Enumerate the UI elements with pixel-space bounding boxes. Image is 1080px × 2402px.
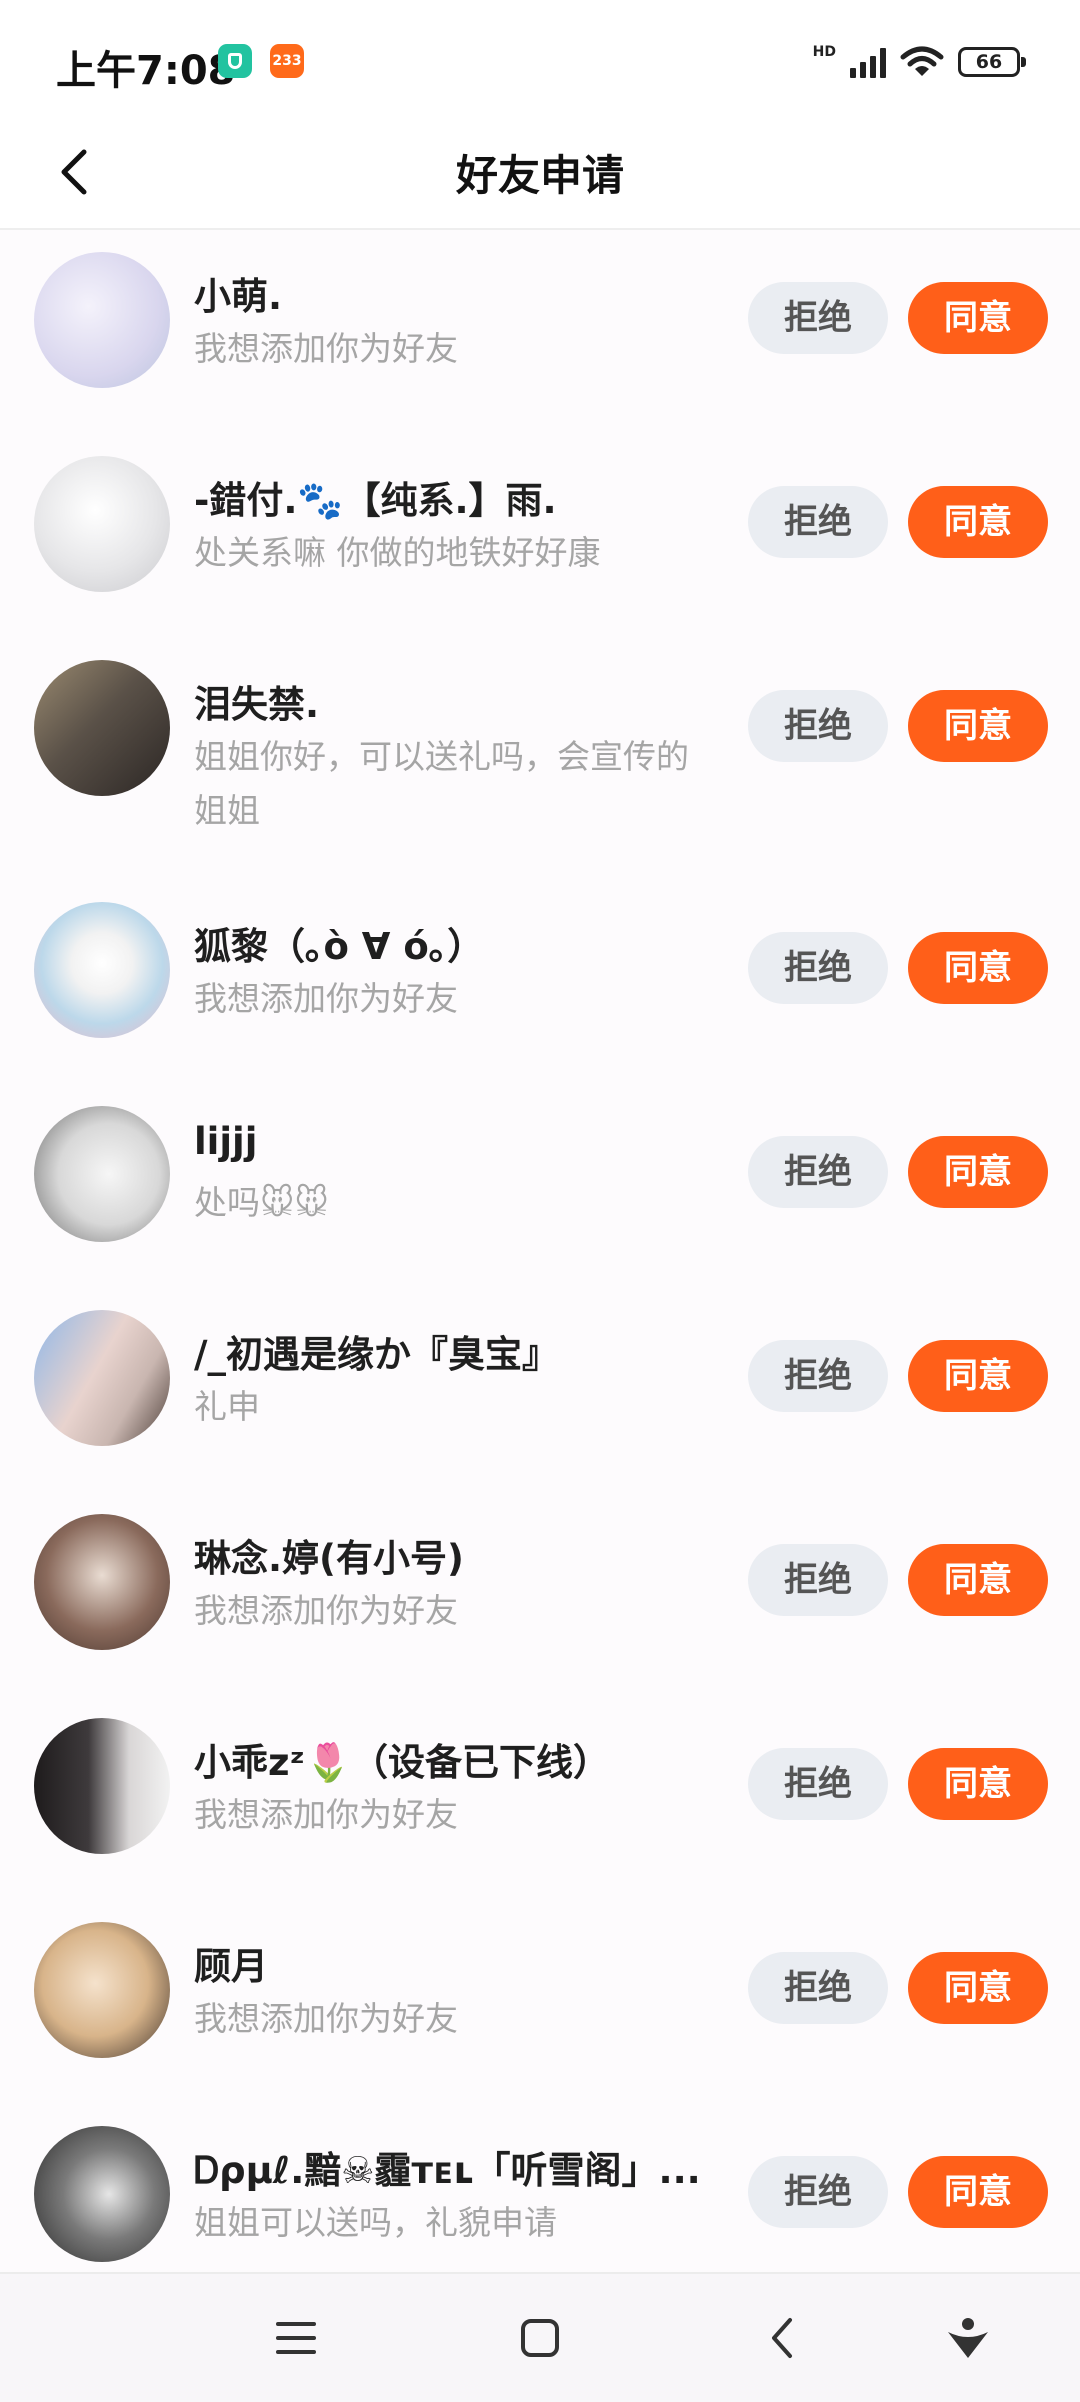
avatar[interactable] xyxy=(34,456,170,592)
requester-name: 小乖zᶻ🌷（设备已下线） xyxy=(194,1741,611,1784)
request-message: 我想添加你为好友 xyxy=(194,1591,458,1630)
reject-button[interactable]: 拒绝 xyxy=(748,1340,888,1412)
accept-button[interactable]: 同意 xyxy=(908,1952,1048,2024)
requester-name: 琳念.婷(有小号) xyxy=(194,1537,464,1580)
security-app-icon xyxy=(218,44,252,78)
accept-button[interactable]: 同意 xyxy=(908,1748,1048,1820)
requester-name: /_初遇是缘か『臭宝』 xyxy=(194,1333,560,1376)
request-message: 我想添加你为好友 xyxy=(194,1999,458,2038)
menu-icon xyxy=(276,2322,316,2354)
friend-request-list: 小萌. 我想添加你为好友 拒绝 同意 -錯付.🐾【纯系.】雨. 处关系嘛 你做的… xyxy=(0,230,1080,2308)
request-message: 处吗🐭🐭 xyxy=(194,1183,329,1222)
system-nav-bar xyxy=(0,2272,1080,2402)
avatar[interactable] xyxy=(34,1514,170,1650)
avatar[interactable] xyxy=(34,1106,170,1242)
home-button[interactable] xyxy=(510,2308,570,2368)
accept-button[interactable]: 同意 xyxy=(908,1340,1048,1412)
accept-button[interactable]: 同意 xyxy=(908,1136,1048,1208)
status-bar: 上午7:08 233 HD 66 xyxy=(0,0,1080,120)
requester-name: -錯付.🐾【纯系.】雨. xyxy=(194,479,557,522)
accept-button[interactable]: 同意 xyxy=(908,486,1048,558)
avatar[interactable] xyxy=(34,902,170,1038)
reject-button[interactable]: 拒绝 xyxy=(748,486,888,558)
accept-button[interactable]: 同意 xyxy=(908,932,1048,1004)
requester-name: 狐黎（｡ò ∀ ó｡） xyxy=(194,925,485,968)
back-chevron-icon xyxy=(772,2318,792,2358)
battery-icon: 66 xyxy=(958,47,1026,77)
friend-request-item: 小萌. 我想添加你为好友 拒绝 同意 xyxy=(0,230,1080,434)
request-message: 姐姐可以送吗，礼貌申请 xyxy=(194,2203,557,2242)
friend-request-item: 小乖zᶻ🌷（设备已下线） 我想添加你为好友 拒绝 同意 xyxy=(0,1696,1080,1900)
requester-name: Ꭰρμℓ.黯☠霾ᴛᴇʟ「听雪阁」... xyxy=(194,2149,701,2192)
accept-button[interactable]: 同意 xyxy=(908,690,1048,762)
reject-button[interactable]: 拒绝 xyxy=(748,2156,888,2228)
avatar[interactable] xyxy=(34,2126,170,2262)
page-header: 好友申请 xyxy=(0,120,1080,230)
assistant-button[interactable] xyxy=(938,2308,998,2368)
friend-request-item: lijjj 处吗🐭🐭 拒绝 同意 xyxy=(0,1084,1080,1288)
reject-button[interactable]: 拒绝 xyxy=(748,1544,888,1616)
avatar[interactable] xyxy=(34,1718,170,1854)
friend-request-item: -錯付.🐾【纯系.】雨. 处关系嘛 你做的地铁好好康 拒绝 同意 xyxy=(0,434,1080,638)
menu-button[interactable] xyxy=(266,2308,326,2368)
reject-button[interactable]: 拒绝 xyxy=(748,1952,888,2024)
avatar[interactable] xyxy=(34,252,170,388)
friend-request-item: 琳念.婷(有小号) 我想添加你为好友 拒绝 同意 xyxy=(0,1492,1080,1696)
request-message: 礼申 xyxy=(194,1387,260,1426)
requester-name: lijjj xyxy=(194,1120,258,1163)
avatar[interactable] xyxy=(34,1310,170,1446)
notification-badge: 233 xyxy=(270,44,304,78)
page-title: 好友申请 xyxy=(455,151,624,200)
requester-name: 小萌. xyxy=(194,275,283,318)
accept-button[interactable]: 同意 xyxy=(908,1544,1048,1616)
friend-request-item: /_初遇是缘か『臭宝』 礼申 拒绝 同意 xyxy=(0,1288,1080,1492)
request-message: 我想添加你为好友 xyxy=(194,329,458,368)
avatar[interactable] xyxy=(34,1922,170,2058)
back-nav-button[interactable] xyxy=(754,2308,814,2368)
request-message: 姐姐你好，可以送礼吗，会宣传的姐姐 xyxy=(194,737,689,830)
accept-button[interactable]: 同意 xyxy=(908,282,1048,354)
request-message: 我想添加你为好友 xyxy=(194,1795,458,1834)
assistant-icon xyxy=(948,2318,988,2358)
request-message: 我想添加你为好友 xyxy=(194,979,458,1018)
friend-request-item: 顾月 我想添加你为好友 拒绝 同意 xyxy=(0,1900,1080,2104)
reject-button[interactable]: 拒绝 xyxy=(748,1136,888,1208)
reject-button[interactable]: 拒绝 xyxy=(748,282,888,354)
home-square-icon xyxy=(521,2319,559,2357)
requester-name: 泪失禁. xyxy=(194,683,320,726)
reject-button[interactable]: 拒绝 xyxy=(748,932,888,1004)
hd-network-label: HD xyxy=(812,44,836,60)
request-message: 处关系嘛 你做的地铁好好康 xyxy=(194,533,601,572)
status-time: 上午7:08 xyxy=(56,48,236,94)
wifi-icon xyxy=(900,45,944,79)
accept-button[interactable]: 同意 xyxy=(908,2156,1048,2228)
signal-icon xyxy=(850,46,886,78)
friend-request-item: 泪失禁. 姐姐你好，可以送礼吗，会宣传的姐姐 拒绝 同意 xyxy=(0,638,1080,880)
reject-button[interactable]: 拒绝 xyxy=(748,1748,888,1820)
status-icons: HD 66 xyxy=(812,42,1026,82)
friend-request-item: 狐黎（｡ò ∀ ó｡） 我想添加你为好友 拒绝 同意 xyxy=(0,880,1080,1084)
requester-name: 顾月 xyxy=(194,1945,268,1988)
avatar[interactable] xyxy=(34,660,170,796)
reject-button[interactable]: 拒绝 xyxy=(748,690,888,762)
